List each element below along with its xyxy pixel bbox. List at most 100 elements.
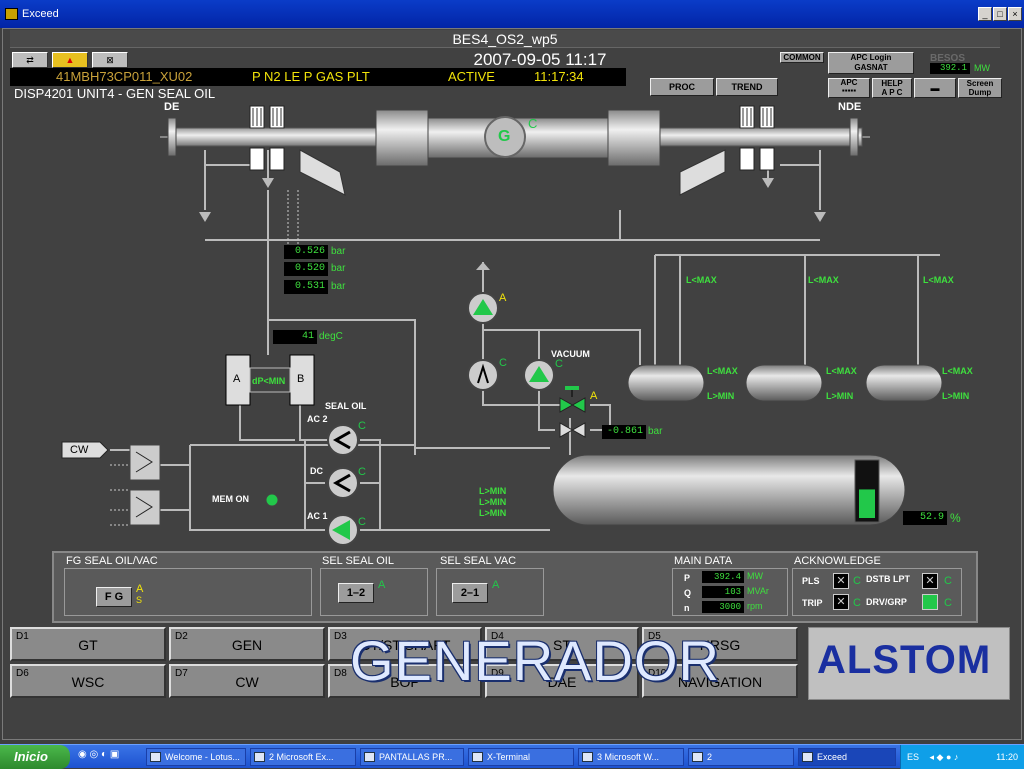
- task-pantallas[interactable]: PANTALLAS PR...: [360, 748, 464, 766]
- task-group[interactable]: 2: [688, 748, 794, 766]
- alarm-warning-icon[interactable]: ▲: [52, 52, 88, 68]
- task-word[interactable]: 3 Microsoft W...: [578, 748, 684, 766]
- maximize-icon[interactable]: □: [993, 7, 1007, 21]
- mute-horn-icon[interactable]: ⊠: [92, 52, 128, 68]
- valve-state: A: [590, 390, 598, 402]
- nav-d1-gt[interactable]: D1 GT: [10, 627, 166, 661]
- nde-label: NDE: [838, 101, 862, 113]
- close-icon[interactable]: ×: [1008, 7, 1022, 21]
- main-q-label: Q: [684, 588, 692, 598]
- exceed-icon: [802, 752, 813, 762]
- sel-vac-state: A: [492, 579, 500, 591]
- main-n-value: 3000: [702, 601, 744, 613]
- start-button[interactable]: Inicio: [0, 745, 70, 769]
- back-arrow-icon[interactable]: ⇄: [12, 52, 48, 68]
- quick-launch-icons[interactable]: ◉ ◎ ◐ ▣: [78, 749, 142, 765]
- task-exceed[interactable]: Exceed: [798, 748, 896, 766]
- overlay-title: GENERADOR: [350, 629, 720, 692]
- minimize-icon[interactable]: _: [978, 7, 992, 21]
- lmin-label-2: L>MIN: [826, 391, 854, 401]
- main-data-header: MAIN DATA: [674, 555, 733, 567]
- filter-b-label: B: [297, 373, 305, 385]
- task-label: PANTALLAS PR...: [379, 752, 453, 762]
- nav-d7-cw[interactable]: D7 CW: [169, 664, 325, 698]
- trip-ack-button[interactable]: ✕: [833, 594, 849, 610]
- lmin-label-3: L>MIN: [942, 391, 970, 401]
- sel-vac-button[interactable]: 2–1: [452, 583, 488, 603]
- pls-label: PLS: [802, 576, 820, 586]
- task-label: X-Terminal: [487, 752, 531, 762]
- main-n-unit: rpm: [747, 601, 763, 611]
- nav-label: WSC: [71, 674, 105, 690]
- keyboard-icon[interactable]: ▬: [914, 78, 956, 98]
- tank-lmin-2: L>MIN: [479, 497, 507, 507]
- nav-label: GEN: [231, 637, 263, 653]
- app-icon[interactable]: [5, 8, 18, 20]
- language-indicator[interactable]: ES: [907, 752, 919, 762]
- nav-d2-gen[interactable]: D2 GEN: [169, 627, 325, 661]
- main-p-value: 392.4: [702, 571, 744, 583]
- pls-ack-button[interactable]: ✕: [833, 573, 849, 589]
- xterminal-icon: [472, 752, 483, 762]
- window-titlebar: Exceed _ □ ×: [0, 0, 1024, 28]
- ac1-state: C: [358, 516, 366, 528]
- sel-oil-state: A: [378, 579, 386, 591]
- lmax-label-5: L<MAX: [826, 366, 857, 376]
- sel-oil-button[interactable]: 1–2: [338, 583, 374, 603]
- lmax-label-4: L<MAX: [707, 366, 738, 376]
- trend-button[interactable]: TREND: [716, 78, 778, 96]
- alarm-bar[interactable]: 41MBH73CP011_XU02 P N2 LE P GAS PLT ACTI…: [10, 68, 626, 86]
- alarm-state: ACTIVE: [448, 69, 495, 84]
- task-label: Exceed: [817, 752, 848, 762]
- window-title: Exceed: [22, 8, 59, 20]
- sel-seal-vac-header: SEL SEAL VAC: [440, 555, 517, 567]
- seal-oil-label: SEAL OIL: [325, 401, 367, 411]
- ac2-label: AC 2: [307, 414, 328, 424]
- dstb-state: C: [944, 575, 952, 587]
- fg-seal-header: FG SEAL OIL/VAC: [66, 555, 158, 567]
- sel-oil-box: [320, 568, 428, 616]
- window-icon: [692, 752, 703, 762]
- taskbar: Inicio ◉ ◎ ◐ ▣ Welcome - Lotus... 2 Micr…: [0, 744, 1024, 769]
- apc-grid-icon: ▪▪▪▪▪: [841, 86, 857, 95]
- drv-state: C: [944, 597, 952, 609]
- common-button[interactable]: COMMON: [780, 52, 824, 63]
- fg-button[interactable]: F G: [96, 587, 132, 607]
- pressure-unit-3: bar: [331, 281, 346, 292]
- tray-icons[interactable]: ◂ ◆ ● ♪: [930, 752, 959, 762]
- task-excel[interactable]: 2 Microsoft Ex...: [250, 748, 356, 766]
- pressure-unit-2: bar: [331, 263, 346, 274]
- apc-login-button[interactable]: APC Login GASNAT: [828, 52, 914, 74]
- mem-on-label: MEM ON: [212, 494, 249, 504]
- tank-lmin-1: L>MIN: [479, 486, 507, 496]
- apc-button[interactable]: APC ▪▪▪▪▪: [828, 78, 870, 98]
- drv-ack-button[interactable]: [922, 594, 938, 610]
- nav-label: GT: [78, 637, 98, 653]
- control-panel: FG SEAL OIL/VAC F G A S SEL SEAL OIL 1–2…: [52, 551, 978, 623]
- dp-min-label: dP<MIN: [252, 376, 286, 386]
- folder-icon: [364, 752, 375, 762]
- task-lotus[interactable]: Welcome - Lotus...: [146, 748, 246, 766]
- lmin-label-1: L>MIN: [707, 391, 735, 401]
- besos-unit: MW: [974, 63, 990, 73]
- lotus-icon: [150, 752, 161, 762]
- help-apc-button[interactable]: HELP A P C: [872, 78, 912, 98]
- task-label: 2: [707, 752, 713, 762]
- vac-pump-left-state: C: [499, 357, 507, 369]
- proc-button[interactable]: PROC: [650, 78, 714, 96]
- ac1-label: AC 1: [307, 511, 328, 521]
- generator-state: C: [528, 116, 538, 131]
- besos-value: 392.1: [930, 63, 970, 74]
- task-xterminal[interactable]: X-Terminal: [468, 748, 574, 766]
- temp-value: 41: [273, 330, 317, 344]
- word-icon: [582, 752, 593, 762]
- sel-seal-oil-header: SEL SEAL OIL: [322, 555, 394, 567]
- screen-dump-button[interactable]: Screen Dump: [958, 78, 1002, 98]
- nav-d6-wsc[interactable]: D6 WSC: [10, 664, 166, 698]
- nav-label: CW: [235, 674, 259, 690]
- alarm-time: 11:17:34: [534, 69, 584, 84]
- logo-text: ALSTOM: [817, 638, 992, 682]
- display-name: DISP4201 UNIT4 - GEN SEAL OIL: [14, 86, 216, 101]
- fg-state: A: [136, 583, 144, 595]
- dstb-ack-button[interactable]: ✕: [922, 573, 938, 589]
